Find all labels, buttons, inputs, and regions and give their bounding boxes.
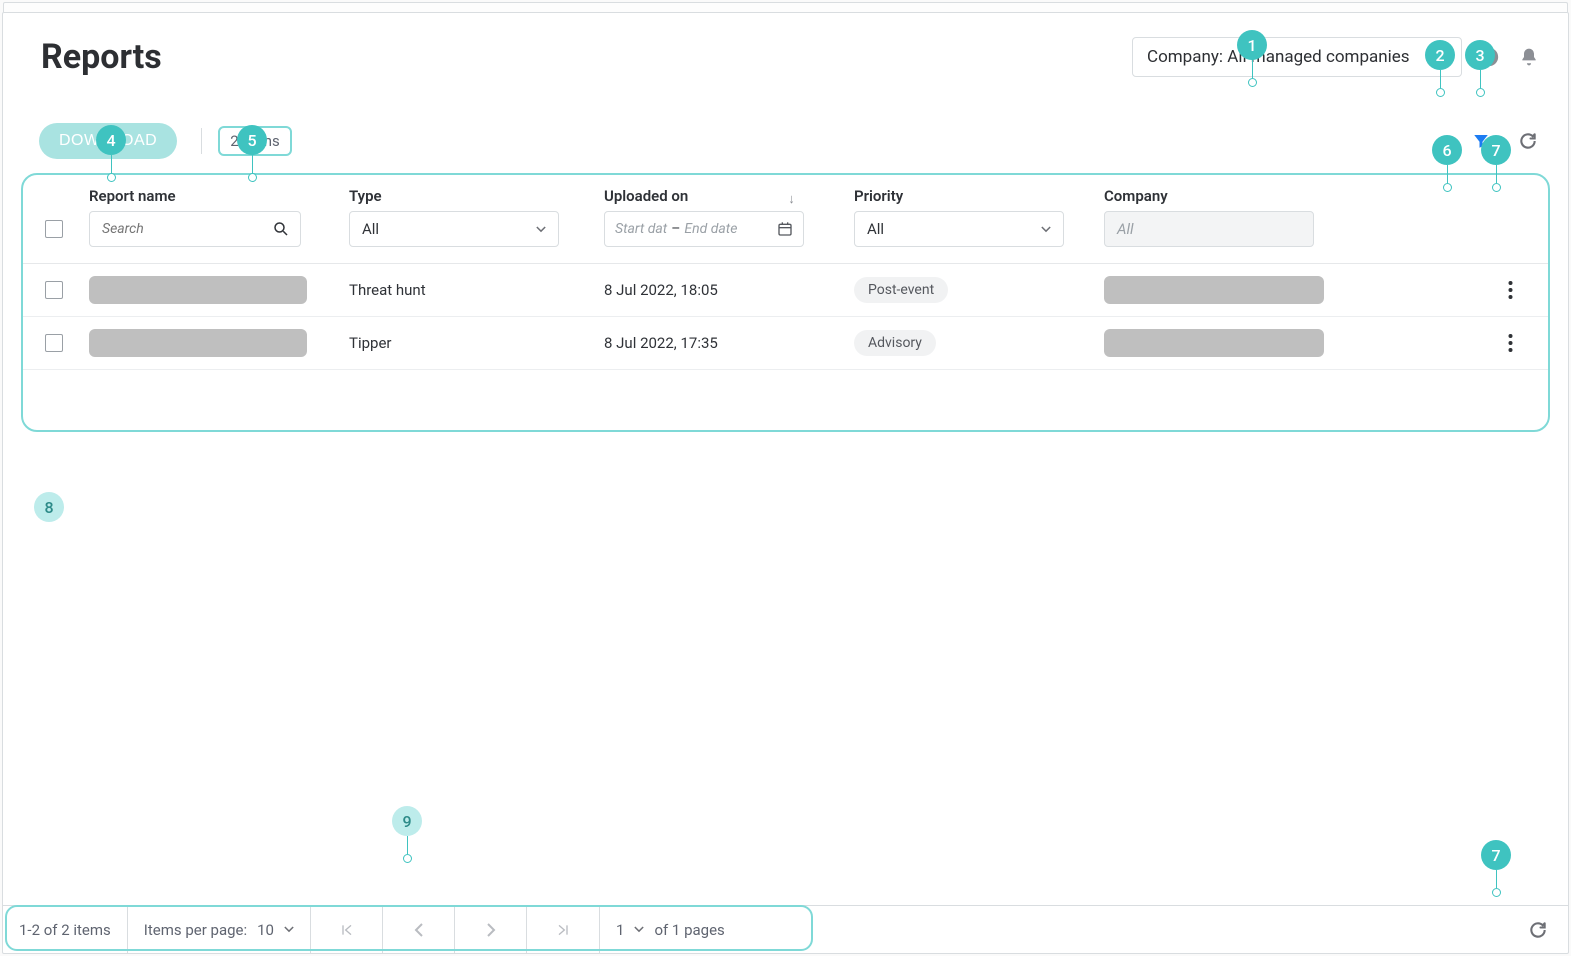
svg-text:?: ? — [1485, 50, 1493, 65]
priority-badge: Post-event — [854, 277, 948, 303]
filter-icon[interactable] — [1472, 132, 1490, 150]
refresh-icon[interactable] — [1528, 920, 1548, 940]
col-priority[interactable]: Priority — [854, 187, 1104, 205]
cell-uploaded: 8 Jul 2022, 18:05 — [604, 281, 854, 299]
last-page-button[interactable] — [527, 906, 599, 953]
chevron-down-icon — [284, 926, 294, 933]
chevron-down-icon — [634, 926, 644, 933]
pagination-range: 1-2 of 2 items — [3, 906, 128, 953]
table-row: Tipper 8 Jul 2022, 17:35 Advisory — [23, 317, 1548, 370]
report-name-redacted[interactable] — [89, 276, 307, 304]
item-count-badge: 2 items — [218, 126, 292, 156]
chevron-down-icon — [1435, 53, 1447, 61]
search-icon — [272, 220, 290, 238]
col-uploaded[interactable]: Uploaded on — [604, 187, 688, 205]
chevron-down-icon — [536, 226, 546, 233]
pagination-nav — [311, 906, 600, 953]
sort-desc-icon[interactable]: ↓ — [788, 191, 795, 207]
company-selector[interactable]: Company: All managed companies — [1132, 37, 1462, 77]
next-page-button[interactable] — [455, 906, 527, 953]
company-redacted — [1104, 329, 1324, 357]
row-checkbox[interactable] — [45, 281, 63, 299]
select-all-checkbox[interactable] — [45, 220, 63, 238]
table-row: Threat hunt 8 Jul 2022, 18:05 Post-event — [23, 264, 1548, 317]
company-filter[interactable]: All — [1104, 211, 1314, 247]
cell-type: Tipper — [349, 334, 604, 352]
date-range-filter[interactable]: Start dat – End date — [604, 211, 804, 247]
app-frame: Reports Company: All managed companies ?… — [2, 12, 1569, 954]
col-report-name[interactable]: Report name — [89, 187, 349, 205]
more-vertical-icon — [1508, 334, 1513, 352]
first-page-button[interactable] — [311, 906, 383, 953]
reports-table: Report name Type All Uploaded on — [21, 173, 1550, 432]
priority-badge: Advisory — [854, 330, 936, 356]
pagination-bar: 1-2 of 2 items Items per page: 10 — [3, 905, 1568, 953]
calendar-icon — [777, 221, 793, 237]
per-page-select[interactable]: 10 — [257, 921, 294, 939]
search-input[interactable] — [100, 220, 250, 238]
page-header: Reports Company: All managed companies ? — [3, 13, 1568, 77]
type-filter[interactable]: All — [349, 211, 559, 247]
report-name-search[interactable] — [89, 211, 301, 247]
toolbar: DOWNLOAD 2 items — [3, 77, 1568, 159]
cell-type: Threat hunt — [349, 281, 604, 299]
bell-icon[interactable] — [1516, 44, 1542, 70]
row-checkbox[interactable] — [45, 334, 63, 352]
page-number-select[interactable]: 1 — [616, 921, 644, 939]
more-vertical-icon — [1508, 281, 1513, 299]
priority-filter[interactable]: All — [854, 211, 1064, 247]
help-icon[interactable]: ? — [1476, 44, 1502, 70]
company-redacted — [1104, 276, 1324, 304]
page-of-control: 1 of 1 pages — [600, 906, 741, 953]
row-actions-menu[interactable] — [1480, 281, 1540, 299]
page-title: Reports — [41, 37, 162, 77]
report-name-redacted[interactable] — [89, 329, 307, 357]
divider — [201, 128, 202, 154]
download-button[interactable]: DOWNLOAD — [39, 123, 177, 159]
per-page-control: Items per page: 10 — [128, 906, 311, 953]
refresh-icon[interactable] — [1518, 131, 1538, 151]
col-company[interactable]: Company — [1104, 187, 1480, 205]
row-actions-menu[interactable] — [1480, 334, 1540, 352]
company-selector-label: Company: All managed companies — [1147, 47, 1410, 67]
table-header: Report name Type All Uploaded on — [23, 175, 1548, 264]
cell-uploaded: 8 Jul 2022, 17:35 — [604, 334, 854, 352]
col-type[interactable]: Type — [349, 187, 604, 205]
prev-page-button[interactable] — [383, 906, 455, 953]
chevron-down-icon — [1041, 226, 1051, 233]
